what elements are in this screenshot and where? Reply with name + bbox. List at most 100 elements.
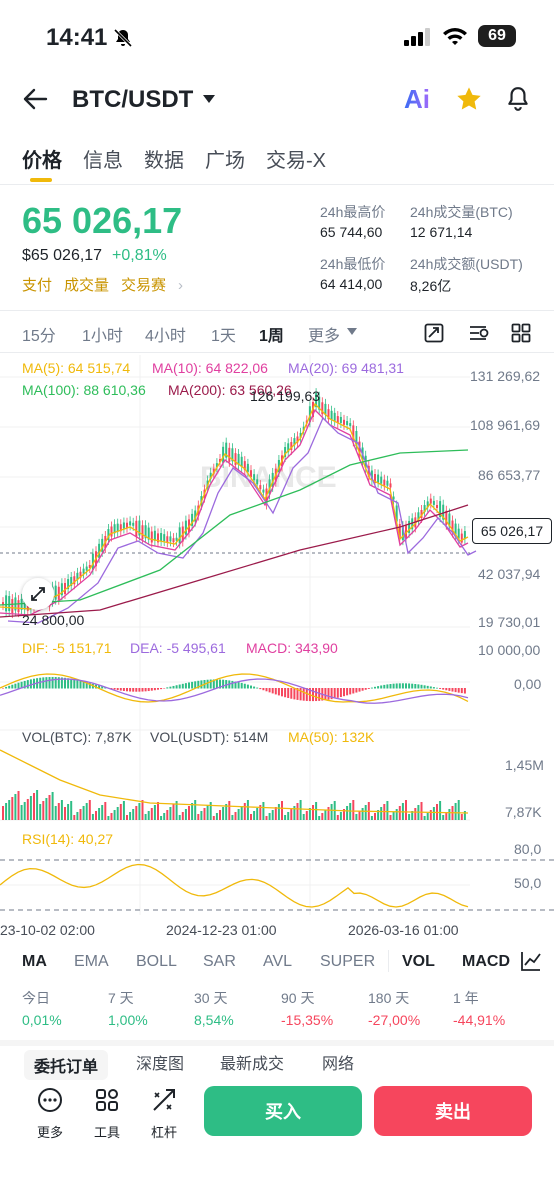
tools-tool[interactable]: 工具 [82, 1087, 132, 1141]
macd-bar [405, 683, 407, 689]
volume-bar [64, 807, 66, 820]
ai-icon[interactable]: Ai [404, 84, 430, 115]
candle-body [110, 526, 113, 537]
macd-bar [42, 677, 45, 689]
pair-title[interactable]: BTC/USDT [72, 86, 193, 114]
indicator-chart-icon[interactable] [520, 950, 542, 972]
tab-info[interactable]: 信息 [83, 144, 123, 173]
volume-bar [197, 814, 200, 820]
indicator-tab-macd[interactable]: MACD [462, 953, 510, 971]
macd-bar [14, 683, 17, 689]
macd-bar [73, 679, 76, 689]
candle-body [383, 479, 386, 486]
tab-price[interactable]: 价格 [22, 144, 62, 173]
divider [0, 352, 554, 353]
volume-bar [26, 799, 29, 820]
tab-square[interactable]: 广场 [205, 144, 245, 173]
macd-bar [147, 688, 150, 692]
candle-body [169, 536, 172, 542]
link-pay[interactable]: 支付 [22, 277, 52, 294]
macd-bar [200, 680, 203, 689]
macd-bar [215, 679, 218, 689]
interval-1d[interactable]: 1天 [211, 322, 236, 346]
candle-body [386, 480, 389, 486]
pair-dropdown-icon[interactable] [202, 94, 216, 104]
link-competition[interactable]: 交易赛 [121, 277, 166, 294]
indicator-tab-avl[interactable]: AVL [263, 953, 292, 971]
volume-bar [405, 800, 407, 820]
indicator-tab-boll[interactable]: BOLL [136, 953, 177, 971]
volume-bar [448, 809, 451, 820]
favorite-star-icon[interactable] [455, 85, 483, 113]
link-volume[interactable]: 成交量 [64, 277, 109, 294]
stat-high-label: 24h最高价 [320, 204, 386, 220]
section-divider [0, 1040, 554, 1046]
bell-icon[interactable] [505, 85, 531, 113]
macd-bar [420, 684, 423, 689]
interval-15m[interactable]: 15分 [22, 322, 56, 346]
volume-bar [253, 811, 256, 820]
tab-network[interactable]: 网络 [322, 1050, 354, 1074]
tab-depth[interactable]: 深度图 [136, 1050, 184, 1074]
macd-bar [442, 688, 445, 690]
volume-bar [11, 797, 14, 820]
fullscreen-icon[interactable] [424, 323, 444, 343]
back-arrow-icon[interactable] [22, 88, 48, 110]
current-price-tag: 65 026,17 [472, 518, 552, 544]
vol-btc: VOL(BTC): 7,87K [22, 729, 132, 745]
indicator-tab-super[interactable]: SUPER [320, 953, 375, 971]
stat-vol-btc-label: 24h成交量(BTC) [410, 204, 513, 220]
volume-bar [36, 790, 39, 820]
indicator-tab-vol[interactable]: VOL [402, 953, 435, 971]
indicator-tab-ma[interactable]: MA [22, 953, 47, 971]
macd-bar [312, 688, 314, 702]
interval-1w[interactable]: 1周 [259, 322, 284, 346]
macd-bar [79, 680, 82, 689]
chevron-right-icon[interactable]: › [178, 277, 183, 294]
vol-usdt: VOL(USDT): 514M [150, 729, 269, 745]
vol-axis-label: 7,87K [505, 804, 542, 820]
interval-1h[interactable]: 1小时 [82, 322, 123, 346]
volume-bar [215, 813, 218, 820]
battery-icon: 69 [478, 25, 516, 47]
interval-4h[interactable]: 4小时 [145, 322, 186, 346]
performance-value: 8,54% [194, 1012, 234, 1028]
performance-label: 30 天 [194, 990, 228, 1006]
candle-body [228, 447, 231, 462]
volume-bar [228, 801, 231, 820]
legend-ma20: MA(20): 69 481,31 [288, 360, 404, 376]
candle-body [460, 533, 463, 543]
volume-bar [281, 801, 283, 820]
macd-axis-label: 0,00 [514, 676, 542, 692]
tab-trade-x[interactable]: 交易-X [266, 144, 326, 173]
volume-bar [395, 809, 398, 820]
indicator-tab-ema[interactable]: EMA [74, 953, 109, 971]
volume-bar [42, 801, 45, 820]
macd-dif: DIF: -5 151,71 [22, 640, 112, 656]
tab-trades[interactable]: 最新成交 [220, 1050, 284, 1074]
tools-label: 工具 [93, 1125, 120, 1140]
volume-bar [184, 809, 187, 820]
sell-button[interactable]: 卖出 [374, 1086, 532, 1136]
candle-body [349, 423, 352, 427]
ma20-line [7, 416, 477, 624]
macd-bar [188, 682, 190, 689]
more-tool[interactable]: 更多 [25, 1087, 75, 1141]
expand-chart-icon[interactable] [22, 578, 54, 610]
indicator-tab-sar[interactable]: SAR [203, 953, 236, 971]
leverage-tool[interactable]: 杠杆 [139, 1087, 189, 1141]
macd-bar [135, 688, 138, 692]
candle-body [11, 599, 14, 614]
macd-bar [454, 688, 457, 693]
more-dropdown-icon[interactable] [347, 328, 357, 335]
indicator-settings-icon[interactable] [468, 323, 490, 343]
candle-body [262, 489, 265, 493]
buy-button[interactable]: 买入 [204, 1086, 362, 1136]
interval-more[interactable]: 更多 [308, 322, 340, 346]
tab-orders[interactable]: 委托订单 [24, 1050, 109, 1080]
last-price: 65 026,17 [22, 200, 183, 241]
tab-data[interactable]: 数据 [144, 144, 184, 173]
performance-label: 1 年 [453, 990, 479, 1006]
layout-grid-icon[interactable] [511, 323, 531, 343]
macd-bar [8, 685, 11, 689]
